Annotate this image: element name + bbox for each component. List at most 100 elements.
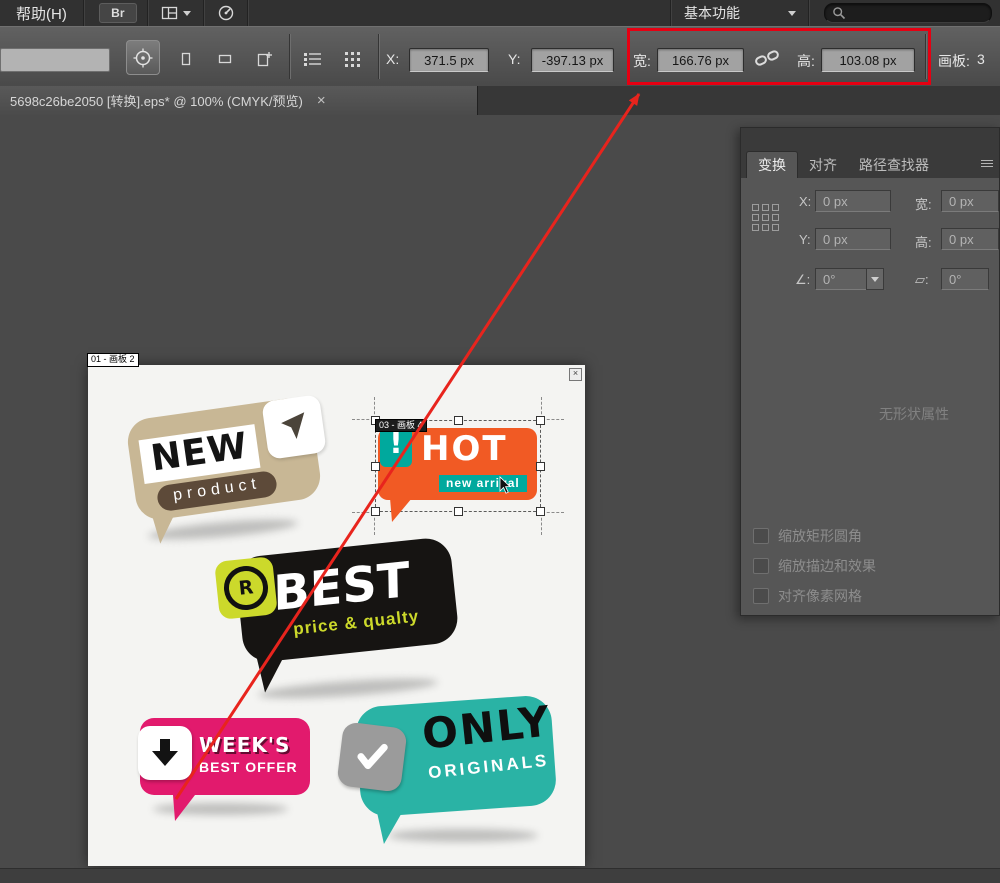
artboard-name-label[interactable]: 03 - 画板 4 — [375, 419, 427, 432]
align-pixel-grid-checkbox[interactable] — [753, 588, 769, 604]
artboard: 01 - 画板 2 × NEW product — [88, 365, 585, 866]
arrow-icon-box — [261, 394, 327, 460]
transform-panel: 变换 对齐 路径查找器 X: 0 px 宽: 0 px Y: 0 px 高: 0… — [740, 127, 1000, 616]
panel-x-label: X: — [799, 194, 811, 209]
x-input[interactable]: 371.5 px — [409, 48, 489, 72]
divider — [925, 34, 927, 79]
close-icon[interactable]: × — [317, 93, 326, 108]
scale-strokes-effects-checkbox[interactable] — [753, 558, 769, 574]
panel-group-header[interactable] — [741, 128, 999, 151]
artboard-count-value: 3 — [977, 51, 985, 67]
artboard-name-label[interactable]: 01 - 画板 2 — [87, 353, 139, 367]
selection-handle[interactable] — [536, 416, 545, 425]
divider — [289, 34, 291, 79]
landscape-orientation-icon — [216, 50, 234, 68]
constrain-proportions-button[interactable] — [752, 45, 782, 76]
new-artboard-button[interactable] — [250, 46, 278, 72]
y-label: Y: — [508, 51, 520, 67]
control-bar: X: 371.5 px Y: -397.13 px 宽: 166.76 px 高… — [0, 26, 1000, 88]
selection-handle[interactable] — [371, 507, 380, 516]
option-row: 缩放矩形圆角 — [753, 526, 862, 546]
chevron-down-icon — [871, 277, 879, 282]
rotate-angle-dropdown[interactable] — [866, 268, 884, 290]
artboard-corner-mark — [542, 512, 564, 513]
cs-live-button[interactable] — [217, 4, 235, 22]
panel-width-input[interactable]: 0 px — [941, 190, 999, 212]
panel-y-input[interactable]: 0 px — [815, 228, 891, 250]
badge-subtitle: new arrival — [439, 475, 527, 492]
panel-height-label: 高: — [915, 232, 932, 251]
speech-bubble-tail — [255, 647, 295, 693]
height-input[interactable]: 103.08 px — [821, 48, 915, 72]
chevron-down-icon — [788, 11, 796, 16]
y-input[interactable]: -397.13 px — [531, 48, 614, 72]
artboard-preset-field[interactable] — [0, 48, 110, 72]
speech-bubble-tail — [376, 806, 410, 845]
selection-handle[interactable] — [371, 462, 380, 471]
speech-bubble-tail — [173, 795, 195, 821]
width-input[interactable]: 166.76 px — [657, 48, 744, 72]
badge-best[interactable]: R BEST price & qualty — [213, 543, 463, 708]
width-label: 宽: — [633, 51, 651, 71]
menu-bar: 帮助(H) Br 基本功能 — [0, 0, 1000, 27]
center-mark-button[interactable] — [126, 40, 160, 75]
badge-shadow — [388, 829, 538, 842]
shear-angle-label: ▱: — [915, 272, 929, 288]
panel-menu-icon[interactable] — [981, 160, 993, 169]
tab-pathfinder[interactable]: 路径查找器 — [848, 152, 940, 178]
registered-icon-box: R — [214, 556, 278, 620]
artboard-corner-mark — [541, 513, 542, 535]
badge-subtitle: BEST OFFER — [199, 759, 298, 775]
badge-hot-selected[interactable]: ! HOT new arrival 03 - 画板 4 — [375, 420, 541, 512]
portrait-orientation-button[interactable] — [172, 46, 200, 72]
scale-strokes-effects-label: 缩放描边和效果 — [778, 556, 876, 576]
artboard-close-icon[interactable]: × — [569, 368, 582, 381]
document-tab-bar: 5698c26be2050 [转换].eps* @ 100% (CMYK/预览)… — [0, 86, 1000, 116]
badge-only-originals[interactable]: ONLY ORIGINALS — [338, 693, 563, 853]
workspace-switcher[interactable]: 基本功能 — [684, 3, 796, 23]
constrain-proportions-icon — [752, 45, 782, 71]
badge-weeks-offer[interactable]: WEEK'S BEST OFFER — [133, 711, 318, 821]
center-mark-icon — [133, 48, 153, 68]
panel-y-label: Y: — [799, 232, 811, 247]
height-label: 高: — [797, 51, 815, 71]
search-input[interactable] — [824, 3, 992, 23]
illustrator-window: 帮助(H) Br 基本功能 — [0, 0, 1000, 882]
rotate-angle-input[interactable]: 0° — [815, 268, 867, 290]
rearrange-artboards-button[interactable] — [338, 46, 366, 72]
panel-x-input[interactable]: 0 px — [815, 190, 891, 212]
selection-handle[interactable] — [454, 416, 463, 425]
cursor-icon — [499, 476, 511, 499]
selection-handle[interactable] — [454, 507, 463, 516]
panel-height-input[interactable]: 0 px — [941, 228, 999, 250]
workspace-label: 基本功能 — [684, 3, 740, 23]
rotate-angle-label: ∠: — [795, 272, 810, 288]
scale-corners-label: 缩放矩形圆角 — [778, 526, 862, 546]
x-label: X: — [386, 51, 399, 67]
artboard-count-label: 画板: — [938, 51, 970, 71]
bridge-button[interactable]: Br — [99, 3, 137, 23]
selection-handle[interactable] — [536, 462, 545, 471]
badge-title: WEEK'S — [199, 733, 290, 757]
tab-transform[interactable]: 变换 — [746, 151, 798, 178]
menu-help[interactable]: 帮助(H) — [0, 3, 83, 24]
horizontal-scrollbar[interactable] — [0, 868, 1000, 883]
arrange-documents-button[interactable] — [161, 5, 191, 22]
scale-corners-checkbox[interactable] — [753, 528, 769, 544]
no-shape-properties-text: 无形状属性 — [879, 404, 949, 424]
reference-point-locator[interactable] — [752, 204, 779, 231]
panel-tab-bar: 变换 对齐 路径查找器 — [741, 150, 999, 178]
divider — [203, 0, 205, 26]
portrait-orientation-icon — [177, 50, 195, 68]
artboard-options-button[interactable] — [299, 46, 327, 72]
badge-new-product[interactable]: NEW product — [123, 390, 338, 555]
check-icon — [352, 737, 392, 777]
selection-handle[interactable] — [536, 507, 545, 516]
shear-angle-input[interactable]: 0° — [941, 268, 989, 290]
option-row: 对齐像素网格 — [753, 586, 862, 606]
tab-align[interactable]: 对齐 — [798, 152, 848, 178]
arrow-icon — [277, 410, 311, 444]
document-tab[interactable]: 5698c26be2050 [转换].eps* @ 100% (CMYK/预览)… — [0, 86, 478, 115]
landscape-orientation-button[interactable] — [211, 46, 239, 72]
option-row: 缩放描边和效果 — [753, 556, 876, 576]
